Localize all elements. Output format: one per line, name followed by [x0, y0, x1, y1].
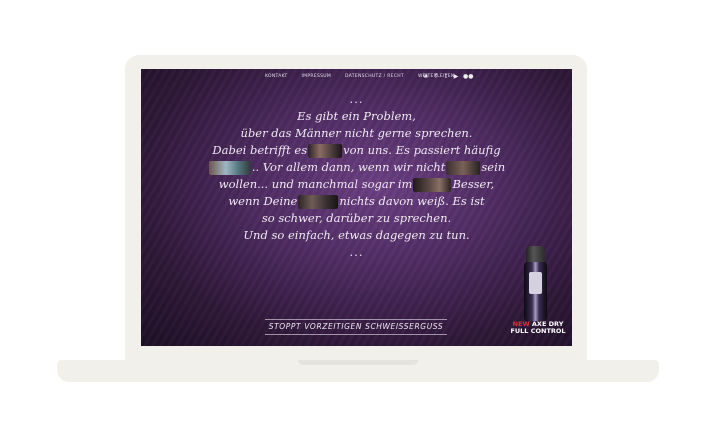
flower-icon[interactable]: ❀: [423, 73, 429, 80]
flickr-icon[interactable]: ●●: [463, 73, 473, 80]
slogan-rule-top: [265, 319, 447, 320]
slogan-link[interactable]: Stoppt vorzeitigen Schweisserguss: [265, 322, 447, 331]
facebook-icon[interactable]: f: [433, 73, 439, 80]
poem-line-6a: wenn Deine: [228, 194, 298, 208]
laptop-base: [57, 360, 659, 382]
poem-line-8: Und so einfach, etwas dagegen zu tun.: [243, 228, 470, 242]
video-thumbnail[interactable]: [298, 195, 339, 209]
poem-line-4: .. Vor allem dann, wenn wir nicht sein: [141, 159, 572, 176]
twitter-icon[interactable]: t: [443, 73, 449, 80]
poem-text: ... Es gibt ein Problem, über das Männer…: [141, 91, 572, 261]
poem-line-2: über das Männer nicht gerne sprechen.: [240, 126, 473, 140]
poem-line-1: Es gibt ein Problem,: [297, 109, 416, 123]
poem-line-5b: Besser,: [452, 177, 495, 191]
deodorant-can-image[interactable]: [524, 246, 547, 321]
poem-dots-top: ...: [349, 92, 364, 106]
poem-line-6: wenn Deine nichts davon weiß. Es ist: [141, 193, 572, 210]
social-links: ❀ f t ▶ ●●: [423, 73, 473, 80]
laptop-notch: [298, 360, 418, 365]
poem-line-5: wollen... und manchmal sogar im Besser,: [141, 176, 572, 193]
can-body: [524, 262, 547, 321]
website-screen: Kontakt Impressum Datenschutz / Recht We…: [141, 69, 572, 346]
poem-line-3: Dabei betrifft es von uns. Es passiert hä…: [141, 142, 572, 159]
poem-line-7: so schwer, darüber zu sprechen.: [261, 211, 452, 225]
nav-datenschutz[interactable]: Datenschutz / Recht: [345, 74, 404, 79]
poem-line-3b: von uns. Es passiert häufig: [343, 143, 501, 157]
poem-line-4b: sein: [481, 160, 506, 174]
product-line-2: FULL CONTROL: [510, 327, 566, 335]
poem-line-5a: wollen... und manchmal sogar im: [218, 177, 413, 191]
video-thumbnail[interactable]: [446, 161, 481, 175]
video-thumbnail[interactable]: [413, 178, 452, 192]
video-thumbnail[interactable]: [308, 144, 343, 158]
poem-line-6b: nichts davon weiß. Es ist: [339, 194, 485, 208]
product-name: NEW AXE DRY FULL CONTROL: [504, 321, 572, 335]
nav-impressum[interactable]: Impressum: [302, 74, 331, 79]
video-thumbnail[interactable]: [208, 161, 251, 175]
can-label: [529, 272, 542, 294]
poem-dots-bottom: ...: [349, 245, 364, 259]
nav-kontakt[interactable]: Kontakt: [265, 74, 288, 79]
poem-line-4a: .. Vor allem dann, wenn wir nicht: [251, 160, 446, 174]
slogan-rule-bottom: [265, 334, 447, 335]
youtube-icon[interactable]: ▶: [453, 73, 459, 80]
poem-line-3a: Dabei betrifft es: [212, 143, 308, 157]
